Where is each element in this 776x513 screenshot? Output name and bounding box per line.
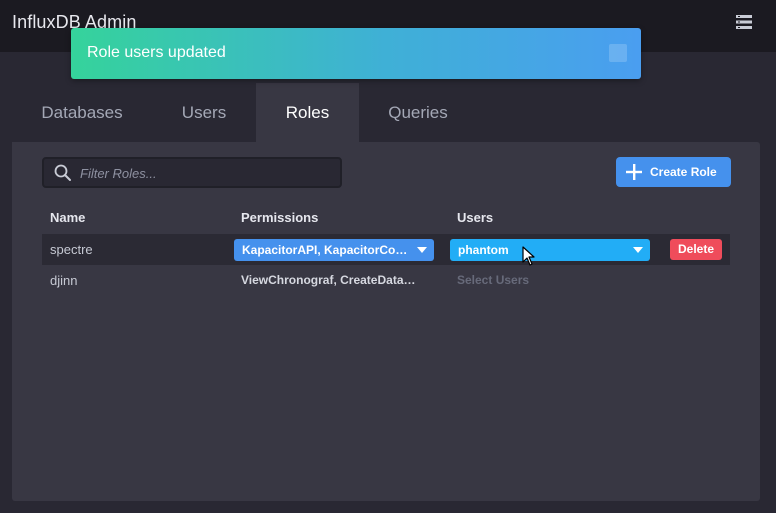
- filter-roles-box: [42, 157, 342, 188]
- toast-message: Role users updated: [87, 44, 226, 61]
- delete-role-button[interactable]: Delete: [670, 239, 722, 260]
- role-name: djinn: [50, 273, 78, 288]
- users-dropdown[interactable]: phantom: [450, 239, 650, 261]
- tab-roles[interactable]: Roles: [256, 83, 359, 142]
- permissions-value[interactable]: ViewChronograf, CreateDatabase: [241, 273, 419, 287]
- roles-panel: Create Role Name Permissions Users spect…: [12, 142, 760, 501]
- mouse-cursor-icon: [522, 246, 535, 266]
- table-row: spectre KapacitorAPI, KapacitorConfigAPI…: [42, 234, 730, 265]
- permissions-dropdown-value: KapacitorAPI, KapacitorConfigAPI: [242, 243, 414, 257]
- create-role-label: Create Role: [650, 165, 717, 179]
- filter-roles-input[interactable]: [78, 159, 332, 188]
- table-row: djinn ViewChronograf, CreateDatabase Sel…: [42, 265, 730, 296]
- column-header-users: Users: [457, 210, 494, 225]
- select-users-placeholder[interactable]: Select Users: [457, 273, 529, 287]
- users-dropdown-value: phantom: [458, 243, 509, 257]
- role-name: spectre: [50, 242, 93, 257]
- tab-queries[interactable]: Queries: [359, 83, 477, 142]
- column-header-name: Name: [50, 210, 86, 225]
- permissions-dropdown[interactable]: KapacitorAPI, KapacitorConfigAPI: [234, 239, 434, 261]
- close-icon[interactable]: [609, 44, 627, 62]
- column-header-permissions: Permissions: [241, 210, 319, 225]
- tab-databases[interactable]: Databases: [12, 83, 152, 142]
- create-role-button[interactable]: Create Role: [616, 157, 731, 187]
- search-icon: [54, 164, 71, 181]
- tab-users[interactable]: Users: [152, 83, 256, 142]
- plus-icon: [626, 164, 642, 180]
- caret-down-icon: [417, 247, 427, 253]
- list-menu-icon[interactable]: [736, 14, 752, 30]
- caret-down-icon: [633, 247, 643, 253]
- notification-toast: Role users updated: [71, 28, 641, 79]
